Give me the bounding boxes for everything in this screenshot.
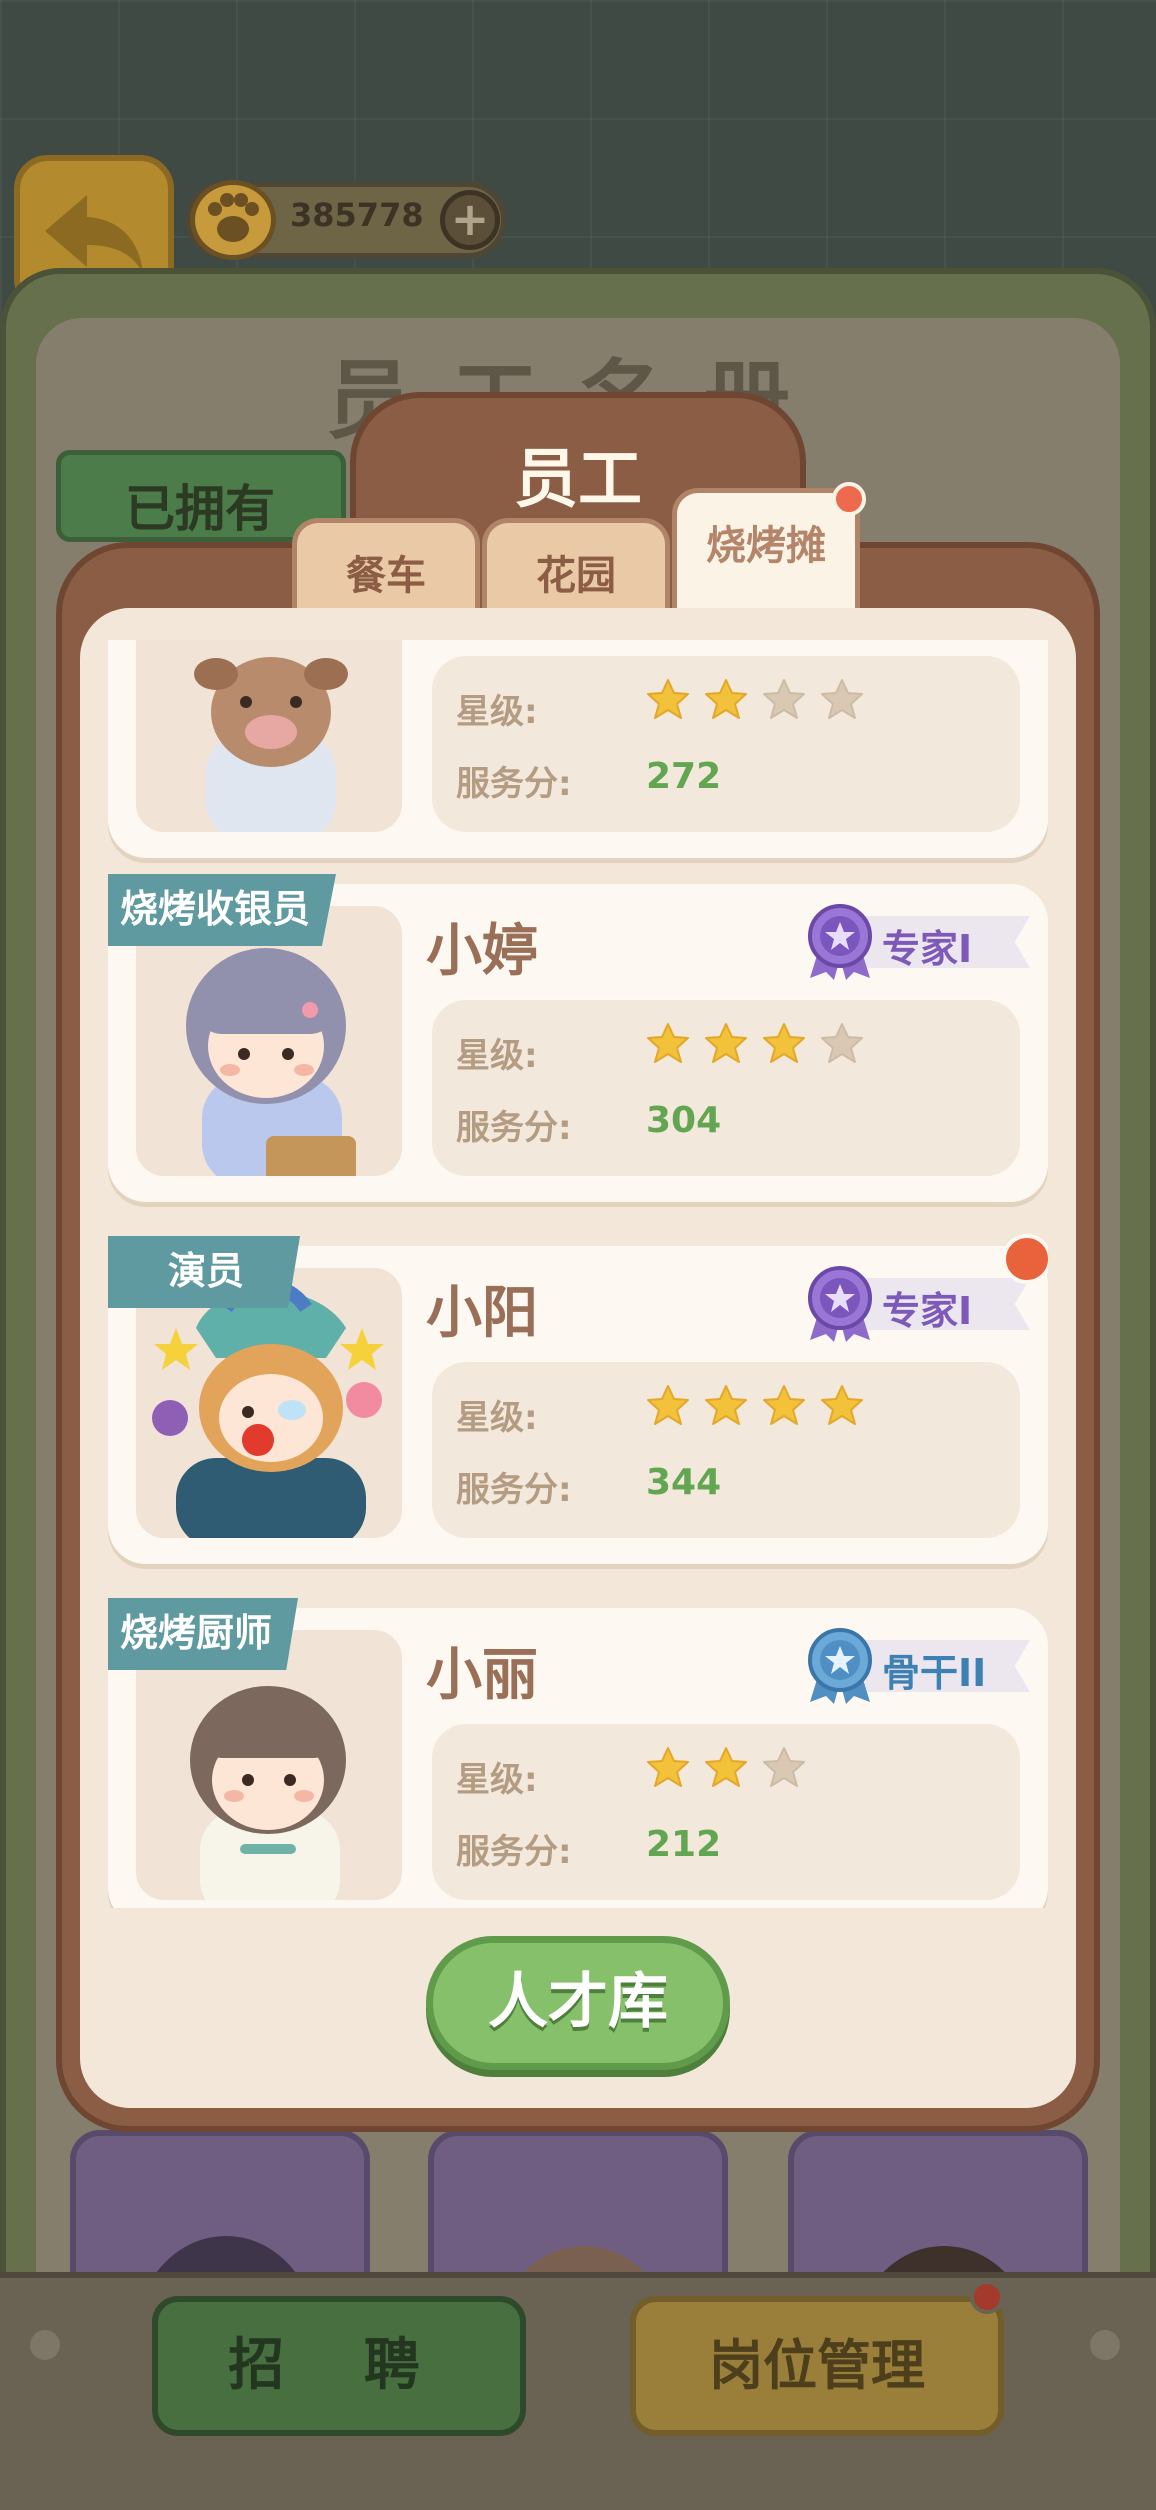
position-management-button[interactable]: 岗位管理 [630,2296,1004,2436]
recruit-button[interactable]: 招 聘 [152,2296,526,2436]
star-filled-icon [705,1747,747,1787]
star-filled-icon [705,1023,747,1063]
star-filled-icon [763,1023,805,1063]
employee-portrait [136,1268,402,1538]
employee-card[interactable]: 烧烤收银员 小婷 专家I 星级: 服务分: 304 [108,874,1048,1202]
service-score: 212 [646,1824,722,1865]
blue-medal-icon [808,1628,872,1704]
employee-stats: 星级: 服务分: 304 [432,1000,1020,1176]
employee-stats: 星级: 服务分: 212 [432,1724,1020,1900]
score-label: 服务分: [456,1832,572,1872]
add-currency-button[interactable]: + [440,190,500,250]
star-filled-icon [705,1385,747,1425]
star-filled-icon [647,1385,689,1425]
role-tag: 演员 [108,1236,301,1308]
star-empty-icon [821,1023,863,1063]
employee-name: 小阳 [426,1281,538,1346]
badge-label: 专家I [882,1289,973,1333]
employee-card[interactable]: 演员 小阳 专家I 星级: 服务分: 344 [108,1234,1048,1564]
employee-portrait [136,640,402,832]
star-empty-icon [821,679,863,719]
employee-stats: 星级: 服务分: 272 [432,656,1020,832]
star-label: 星级: [456,692,538,732]
score-label: 服务分: [456,1108,572,1148]
star-empty-icon [763,679,805,719]
back-arrow-icon [45,195,143,273]
service-score: 272 [646,756,722,797]
service-score: 344 [646,1462,722,1503]
role-tag: 烧烤收银员 [108,874,337,946]
employee-stats: 星级: 服务分: 344 [432,1362,1020,1538]
score-label: 服务分: [456,1470,572,1510]
tab-garden[interactable]: 花园 [482,518,670,614]
tab-food-truck[interactable]: 餐车 [292,518,480,614]
star-filled-icon [647,1023,689,1063]
service-score: 304 [646,1100,722,1141]
rank-badge: 骨干II [800,1626,1030,1706]
employee-card[interactable]: 星级: 服务分: 272 [108,640,1048,858]
bottom-decor-dot [1090,2330,1120,2360]
paw-coin-icon [190,180,276,260]
employee-list[interactable]: 星级: 服务分: 272 烧烤收银员 小婷 专家I 星级: 服务分: 304 演… [108,640,1048,1908]
star-label: 星级: [456,1760,538,1800]
star-filled-icon [763,1385,805,1425]
notification-dot [970,2280,1004,2314]
bottom-decor-dot [30,2330,60,2360]
role-tag: 烧烤厨师 [108,1598,299,1670]
score-label: 服务分: [456,764,572,804]
badge-label: 骨干II [882,1651,987,1695]
star-filled-icon [705,679,747,719]
talent-pool-button[interactable]: 人才库 [426,1936,730,2070]
badge-label: 专家I [882,927,973,971]
rank-badge: 专家I [800,902,1030,982]
star-filled-icon [647,1747,689,1787]
star-empty-icon [763,1747,805,1787]
employee-notification-dot [1002,1234,1048,1284]
star-label: 星级: [456,1036,538,1076]
employee-name: 小丽 [426,1643,538,1708]
currency-value: 385778 [290,196,424,234]
rank-badge: 专家I [800,1264,1030,1344]
star-rating [644,676,866,724]
employee-portrait [136,1630,402,1900]
star-rating [644,1020,866,1068]
employee-card[interactable]: 烧烤厨师 小丽 骨干II 星级: 服务分: 212 [108,1598,1048,1908]
purple-medal-icon [808,904,872,980]
tab-notification-dot [832,482,866,516]
star-rating [644,1744,808,1792]
tab-bbq-stall[interactable]: 烧烤摊 [672,488,860,614]
purple-medal-icon [808,1266,872,1342]
star-filled-icon [647,679,689,719]
employee-name: 小婷 [426,919,538,984]
star-rating [644,1382,866,1430]
employee-portrait [136,906,402,1176]
star-filled-icon [821,1385,863,1425]
star-label: 星级: [456,1398,538,1438]
